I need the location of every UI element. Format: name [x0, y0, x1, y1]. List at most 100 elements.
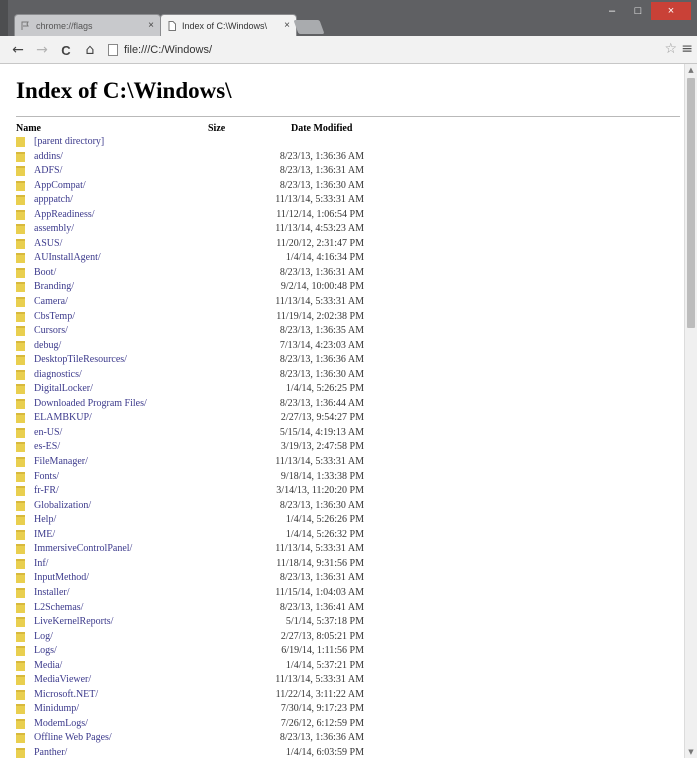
toolbar: ← → C ⌂ file:///C:/Windows/ ☆ ≡	[0, 36, 697, 64]
folder-link[interactable]: diagnostics/	[34, 368, 82, 383]
folder-link[interactable]: AppReadiness/	[34, 208, 95, 223]
folder-icon	[16, 689, 25, 700]
folder-link[interactable]: apppatch/	[34, 193, 73, 208]
folder-link[interactable]: Globalization/	[34, 499, 91, 514]
scrollbar-thumb[interactable]	[687, 78, 695, 328]
column-header-name[interactable]: Name	[16, 123, 41, 134]
folder-icon	[16, 195, 25, 206]
folder-icon	[16, 602, 25, 613]
folder-link[interactable]: ImmersiveControlPanel/	[34, 542, 132, 557]
date-modified: 7/13/14, 4:23:03 AM	[279, 339, 364, 351]
folder-link[interactable]: assembly/	[34, 222, 74, 237]
folder-link[interactable]: Help/	[34, 513, 56, 528]
scroll-up-arrow-icon[interactable]: ▲	[685, 64, 697, 76]
maximize-button[interactable]: □	[625, 2, 651, 20]
folder-link[interactable]: Downloaded Program Files/	[34, 397, 147, 412]
close-button[interactable]: ×	[651, 2, 691, 20]
address-bar[interactable]: file:///C:/Windows/	[108, 41, 668, 59]
minimize-button[interactable]: –	[599, 2, 625, 20]
column-header-size[interactable]: Size	[208, 123, 225, 134]
folder-link[interactable]: Installer/	[34, 586, 70, 601]
date-modified: 11/13/14, 5:33:31 AM	[275, 194, 364, 206]
folder-link[interactable]: CbsTemp/	[34, 310, 75, 325]
folder-link[interactable]: IME/	[34, 528, 55, 543]
folder-link[interactable]: Media/	[34, 659, 62, 674]
folder-icon	[16, 675, 25, 686]
back-arrow-icon[interactable]: ←	[8, 40, 28, 60]
folder-link[interactable]: es-ES/	[34, 440, 60, 455]
folder-link[interactable]: Fonts/	[34, 470, 59, 485]
folder-link[interactable]: debug/	[34, 339, 61, 354]
date-modified: 8/23/13, 1:36:31 AM	[279, 165, 364, 177]
folder-link[interactable]: addins/	[34, 150, 63, 165]
date-modified: 5/1/14, 5:37:18 PM	[285, 616, 364, 628]
list-item: Boot/8/23/13, 1:36:31 AM	[16, 266, 376, 281]
folder-link[interactable]: fr-FR/	[34, 484, 59, 499]
folder-icon	[16, 297, 25, 308]
date-modified: 8/23/13, 1:36:30 AM	[279, 368, 364, 380]
folder-link[interactable]: FileManager/	[34, 455, 88, 470]
folder-link[interactable]: ADFS/	[34, 164, 62, 179]
flags-icon	[21, 21, 31, 31]
page-icon	[167, 20, 177, 31]
folder-link[interactable]: AUInstallAgent/	[34, 251, 101, 266]
tab-close-icon[interactable]: ×	[284, 20, 290, 31]
reload-icon[interactable]: C	[56, 40, 76, 60]
tab-close-icon[interactable]: ×	[148, 20, 154, 31]
folder-link[interactable]: ASUS/	[34, 237, 62, 252]
folder-link[interactable]: L2Schemas/	[34, 601, 83, 616]
browser-window: chrome://flags × Index of C:\Windows\ × …	[0, 0, 697, 758]
list-item: Downloaded Program Files/8/23/13, 1:36:4…	[16, 397, 376, 412]
list-item: Camera/11/13/14, 5:33:31 AM	[16, 295, 376, 310]
scroll-down-arrow-icon[interactable]: ▼	[685, 746, 697, 758]
folder-link[interactable]: Inf/	[34, 557, 48, 572]
list-item: addins/8/23/13, 1:36:36 AM	[16, 150, 376, 165]
folder-link[interactable]: Camera/	[34, 295, 68, 310]
folder-link[interactable]: Offline Web Pages/	[34, 731, 112, 746]
folder-link[interactable]: Logs/	[34, 644, 57, 659]
folder-icon	[16, 238, 25, 249]
folder-link[interactable]: InputMethod/	[34, 571, 89, 586]
folder-link[interactable]: Boot/	[34, 266, 56, 281]
scrollbar[interactable]: ▲ ▼	[684, 64, 697, 758]
parent-directory-link[interactable]: [parent directory]	[34, 135, 104, 150]
column-header-date[interactable]: Date Modified	[291, 123, 352, 134]
date-modified: 3/14/13, 11:20:20 PM	[276, 485, 364, 497]
menu-icon[interactable]: ≡	[681, 41, 693, 57]
folder-link[interactable]: LiveKernelReports/	[34, 615, 113, 630]
folder-link[interactable]: en-US/	[34, 426, 62, 441]
folder-link[interactable]: Branding/	[34, 280, 74, 295]
up-folder-icon	[16, 137, 25, 147]
date-modified: 11/13/14, 5:33:31 AM	[275, 296, 364, 308]
folder-link[interactable]: Microsoft.NET/	[34, 688, 98, 703]
date-modified: 8/23/13, 1:36:44 AM	[279, 397, 364, 409]
list-item: ADFS/8/23/13, 1:36:31 AM	[16, 164, 376, 179]
folder-link[interactable]: MediaViewer/	[34, 673, 91, 688]
folder-link[interactable]: ELAMBKUP/	[34, 411, 92, 426]
folder-link[interactable]: AppCompat/	[34, 179, 86, 194]
date-modified: 2/27/13, 8:05:21 PM	[280, 630, 364, 642]
address-text: file:///C:/Windows/	[124, 44, 213, 56]
folder-link[interactable]: Panther/	[34, 746, 67, 758]
date-modified: 11/13/14, 4:53:23 AM	[275, 223, 364, 235]
date-modified: 11/19/14, 2:02:38 PM	[276, 310, 364, 322]
date-modified: 3/19/13, 2:47:58 PM	[280, 441, 364, 453]
list-item: Panther/1/4/14, 6:03:59 PM	[16, 746, 376, 758]
new-tab-button[interactable]	[293, 20, 325, 34]
folder-link[interactable]: ModemLogs/	[34, 717, 88, 732]
tab-index-windows[interactable]: Index of C:\Windows\ ×	[160, 14, 297, 36]
date-modified: 1/4/14, 5:37:21 PM	[285, 659, 364, 671]
home-icon[interactable]: ⌂	[80, 40, 100, 60]
date-modified: 11/22/14, 3:11:22 AM	[275, 688, 364, 700]
forward-arrow-icon[interactable]: →	[32, 40, 52, 60]
folder-link[interactable]: Log/	[34, 630, 53, 645]
bookmark-star-icon[interactable]: ☆	[664, 41, 677, 57]
folder-link[interactable]: Cursors/	[34, 324, 68, 339]
folder-link[interactable]: DesktopTileResources/	[34, 353, 127, 368]
folder-link[interactable]: Minidump/	[34, 702, 79, 717]
folder-link[interactable]: DigitalLocker/	[34, 382, 93, 397]
list-item: diagnostics/8/23/13, 1:36:30 AM	[16, 368, 376, 383]
folder-icon	[16, 747, 25, 758]
tab-chrome-flags[interactable]: chrome://flags ×	[14, 14, 161, 36]
folder-icon	[16, 224, 25, 235]
